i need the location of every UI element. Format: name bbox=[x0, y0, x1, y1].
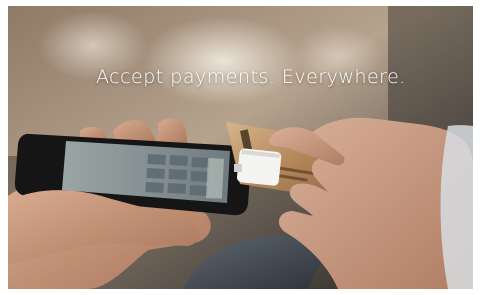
card-reader bbox=[234, 148, 282, 186]
background-light bbox=[143, 16, 303, 106]
hero-photo bbox=[8, 6, 473, 289]
phone-keypad bbox=[145, 153, 210, 196]
right-cuff bbox=[440, 125, 473, 289]
hero-image-frame: Accept payments. Everywhere. bbox=[8, 6, 473, 289]
hero-tagline: Accept payments. Everywhere. bbox=[96, 66, 406, 88]
